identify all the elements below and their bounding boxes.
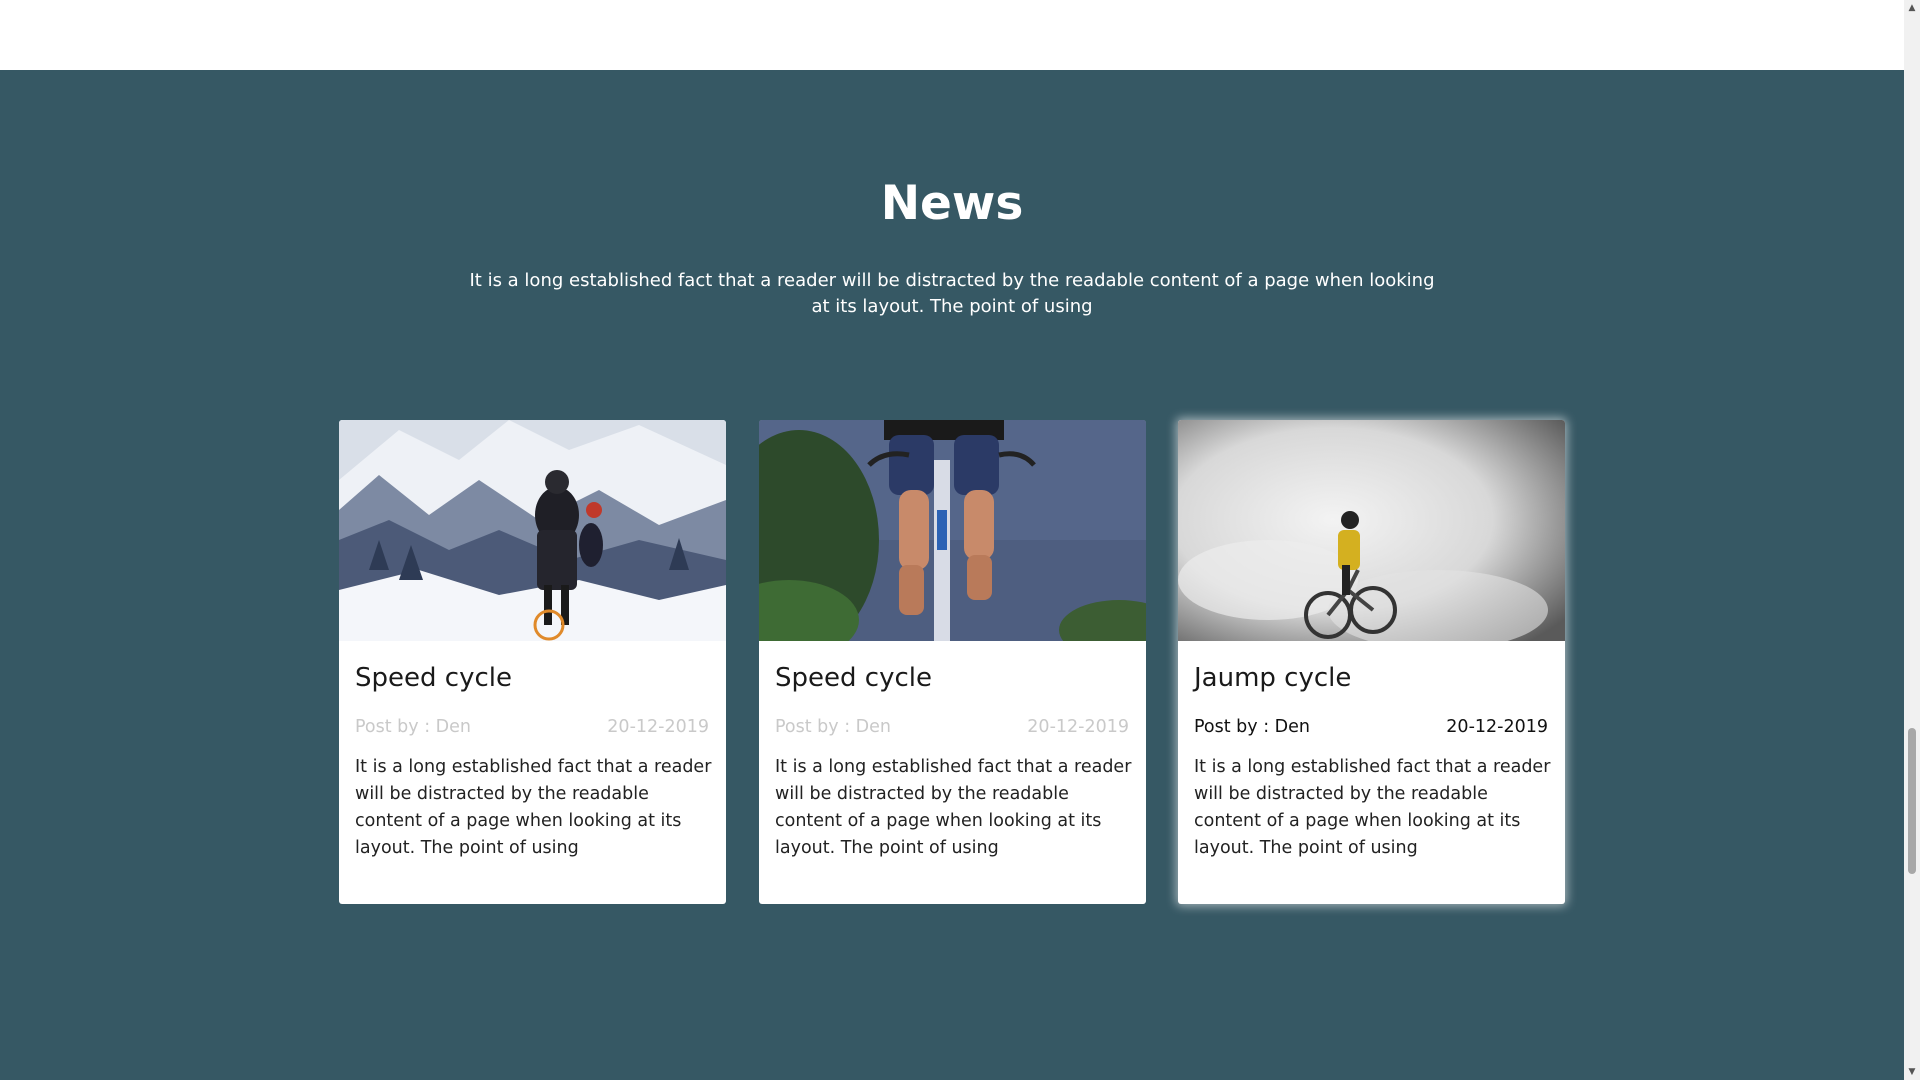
card-author: Post by : Den <box>1194 717 1310 737</box>
page-scrollbar[interactable]: ▲ ▼ <box>1904 0 1920 1080</box>
card-title[interactable]: Speed cycle <box>355 663 512 693</box>
card-title[interactable]: Speed cycle <box>775 663 932 693</box>
news-section: News It is a long established fact that … <box>0 70 1904 1080</box>
scroll-up-arrow-icon[interactable]: ▲ <box>1904 0 1920 16</box>
card-text: It is a long established fact that a rea… <box>1194 757 1551 858</box>
card-author: Post by : Den <box>355 717 471 737</box>
top-page-area <box>0 0 1904 70</box>
jump-cyclist-clouds-image[interactable] <box>1178 420 1565 641</box>
snow-mountain-cyclists-image[interactable] <box>339 420 726 641</box>
scroll-down-arrow-icon[interactable]: ▼ <box>1904 1064 1920 1080</box>
news-card-featured[interactable]: Jaump cycle Post by : Den 20-12-2019 It … <box>1178 420 1565 904</box>
news-card[interactable]: Speed cycle Post by : Den 20-12-2019 It … <box>759 420 1146 904</box>
road-cyclist-legs-image[interactable] <box>759 420 1146 641</box>
card-meta: Post by : Den 20-12-2019 <box>775 717 1129 737</box>
card-date: 20-12-2019 <box>1027 717 1129 737</box>
news-subtitle: It is a long established fact that a rea… <box>469 270 1435 317</box>
card-date: 20-12-2019 <box>607 717 709 737</box>
card-meta: Post by : Den 20-12-2019 <box>1194 717 1548 737</box>
news-heading: News <box>880 176 1024 231</box>
card-author: Post by : Den <box>775 717 891 737</box>
card-text: It is a long established fact that a rea… <box>355 757 712 858</box>
card-meta: Post by : Den 20-12-2019 <box>355 717 709 737</box>
scroll-thumb[interactable] <box>1908 728 1916 874</box>
card-title[interactable]: Jaump cycle <box>1194 663 1351 693</box>
card-date: 20-12-2019 <box>1446 717 1548 737</box>
card-text: It is a long established fact that a rea… <box>775 757 1132 858</box>
news-card[interactable]: Speed cycle Post by : Den 20-12-2019 It … <box>339 420 726 904</box>
